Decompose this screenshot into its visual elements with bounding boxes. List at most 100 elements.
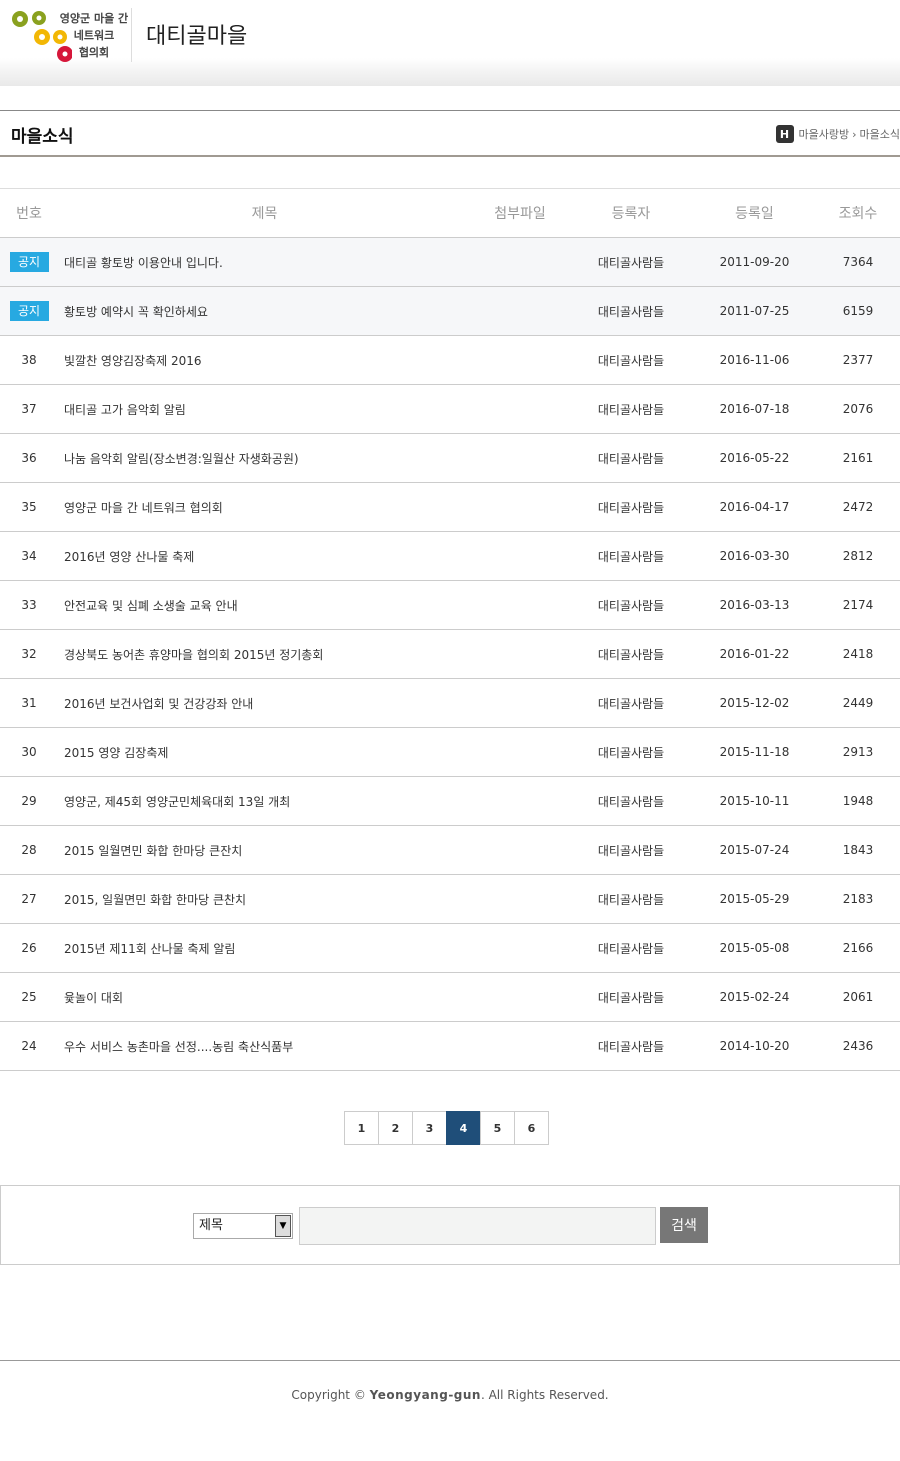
post-subject-link[interactable]: 나눔 음악회 알림(장소변경:일월산 자생화공원) (58, 433, 471, 483)
post-subject-link[interactable]: 2015 영양 김장축제 (58, 727, 471, 777)
post-subject-link[interactable]: 2016년 보건사업회 및 건강강좌 안내 (58, 678, 471, 728)
post-author: 대티골사람들 (569, 1021, 693, 1071)
post-subject-link[interactable]: 2015년 제11회 산나물 축제 알림 (58, 923, 471, 973)
post-author: 대티골사람들 (569, 482, 693, 532)
notice-badge-cell: 공지 (0, 237, 58, 287)
table-row[interactable]: 26 2015년 제11회 산나물 축제 알림 대티골사람들 2015-05-08 21… (0, 923, 900, 973)
post-attachment (471, 384, 569, 434)
logo-text: 영양군 마을 간 네트워크 협의회 (54, 10, 134, 61)
post-subject-link[interactable]: 영양군 마을 간 네트워크 협의회 (58, 482, 471, 532)
post-subject-link[interactable]: 경상북도 농어촌 휴양마을 협의회 2015년 정기총회 (58, 629, 471, 679)
post-attachment (471, 776, 569, 826)
post-views: 2812 (816, 531, 900, 581)
table-row[interactable]: 37 대티골 고가 음악회 알림 대티골사람들 2016-07-18 2076 (0, 384, 900, 434)
post-author: 대티골사람들 (569, 384, 693, 434)
post-subject-link[interactable]: 안전교육 및 심폐 소생술 교육 안내 (58, 580, 471, 630)
title-bar: 마을소식 H 마을사랑방 › 마을소식 (0, 110, 900, 157)
table-row[interactable]: 35 영양군 마을 간 네트워크 협의회 대티골사람들 2016-04-17 2472 (0, 482, 900, 532)
post-number: 33 (0, 580, 58, 630)
post-attachment (471, 433, 569, 483)
post-author: 대티골사람들 (569, 727, 693, 777)
home-icon[interactable]: H (775, 125, 794, 143)
table-row[interactable]: 25 윷놀이 대회 대티골사람들 2015-02-24 2061 (0, 972, 900, 1022)
post-number: 37 (0, 384, 58, 434)
search-button[interactable]: 검색 (660, 1207, 708, 1243)
post-views: 2076 (816, 384, 900, 434)
post-views: 2436 (816, 1021, 900, 1071)
search-field-select[interactable]: 제목 ▼ (193, 1213, 293, 1239)
breadcrumb-item-1[interactable]: 마을소식 (860, 126, 900, 142)
post-views: 2418 (816, 629, 900, 679)
chevron-right-icon: › (852, 127, 857, 141)
post-date: 2015-11-18 (693, 727, 816, 777)
page-button-4[interactable]: 4 (446, 1111, 481, 1145)
table-header-row: 번호 제목 첨부파일 등록자 등록일 조회수 (0, 188, 900, 238)
column-header-author: 등록자 (569, 188, 693, 238)
table-row[interactable]: 28 2015 일월면민 화합 한마당 큰잔치 대티골사람들 2015-07-24 18… (0, 825, 900, 875)
table-row[interactable]: 31 2016년 보건사업회 및 건강강좌 안내 대티골사람들 2015-12-02 2… (0, 678, 900, 728)
post-date: 2015-05-08 (693, 923, 816, 973)
post-number: 29 (0, 776, 58, 826)
site-title[interactable]: 대티골마을 (146, 18, 247, 50)
post-date: 2016-07-18 (693, 384, 816, 434)
post-author: 대티골사람들 (569, 580, 693, 630)
post-date: 2015-07-24 (693, 825, 816, 875)
post-attachment (471, 286, 569, 336)
post-subject-link[interactable]: 대티골 고가 음악회 알림 (58, 384, 471, 434)
page-button-6[interactable]: 6 (514, 1111, 549, 1145)
post-views: 2166 (816, 923, 900, 973)
post-number: 36 (0, 433, 58, 483)
table-row[interactable]: 38 빛깔찬 영양김장축제 2016 대티골사람들 2016-11-06 2377 (0, 335, 900, 385)
post-subject-link[interactable]: 영양군, 제45회 영양군민체육대회 13일 개최 (58, 776, 471, 826)
dropdown-arrow-icon[interactable]: ▼ (275, 1215, 291, 1237)
search-select-value: 제목 (199, 1218, 223, 1233)
table-row[interactable]: 36 나눔 음악회 알림(장소변경:일월산 자생화공원) 대티골사람들 2016-05… (0, 433, 900, 483)
post-subject-link[interactable]: 빛깔찬 영양김장축제 2016 (58, 335, 471, 385)
table-row[interactable]: 30 2015 영양 김장축제 대티골사람들 2015-11-18 2913 (0, 727, 900, 777)
logo[interactable]: 영양군 마을 간 네트워크 협의회 (10, 6, 130, 64)
post-subject-link[interactable]: 황토방 예약시 꼭 확인하세요 (58, 286, 471, 336)
post-views: 7364 (816, 237, 900, 287)
post-author: 대티골사람들 (569, 678, 693, 728)
table-row[interactable]: 27 2015, 일월면민 화합 한마당 큰찬치 대티골사람들 2015-05-29 2… (0, 874, 900, 924)
search-input[interactable] (299, 1207, 656, 1245)
table-row[interactable]: 29 영양군, 제45회 영양군민체육대회 13일 개최 대티골사람들 2015-10… (0, 776, 900, 826)
post-author: 대티골사람들 (569, 923, 693, 973)
page-button-2[interactable]: 2 (378, 1111, 413, 1145)
logo-line3: 협의회 (78, 46, 110, 59)
post-date: 2015-10-11 (693, 776, 816, 826)
post-attachment (471, 580, 569, 630)
post-date: 2015-12-02 (693, 678, 816, 728)
post-subject-link[interactable]: 윷놀이 대회 (58, 972, 471, 1022)
post-subject-link[interactable]: 2016년 영양 산나물 축제 (58, 531, 471, 581)
post-author: 대티골사람들 (569, 237, 693, 287)
post-author: 대티골사람들 (569, 874, 693, 924)
page-button-1[interactable]: 1 (344, 1111, 379, 1145)
post-number: 31 (0, 678, 58, 728)
page-button-3[interactable]: 3 (412, 1111, 447, 1145)
breadcrumb-item-0[interactable]: 마을사랑방 (799, 126, 850, 142)
table-row[interactable]: 34 2016년 영양 산나물 축제 대티골사람들 2016-03-30 2812 (0, 531, 900, 581)
table-row[interactable]: 32 경상북도 농어촌 휴양마을 협의회 2015년 정기총회 대티골사람들 2016… (0, 629, 900, 679)
post-subject-link[interactable]: 2015, 일월면민 화합 한마당 큰찬치 (58, 874, 471, 924)
post-attachment (471, 531, 569, 581)
post-subject-link[interactable]: 2015 일월면민 화합 한마당 큰잔치 (58, 825, 471, 875)
post-views: 1948 (816, 776, 900, 826)
post-subject-link[interactable]: 대티골 황토방 이용안내 입니다. (58, 237, 471, 287)
notice-row[interactable]: 공지 황토방 예약시 꼭 확인하세요 대티골사람들 2011-07-25 6159 (0, 286, 900, 336)
table-row[interactable]: 24 우수 서비스 농촌마을 선정....농림 축산식품부 대티골사람들 2014-1… (0, 1021, 900, 1071)
post-author: 대티골사람들 (569, 286, 693, 336)
copyright-suffix: . All Rights Reserved. (480, 1388, 609, 1402)
search-box: 제목 ▼ 검색 (0, 1185, 900, 1265)
post-subject-link[interactable]: 우수 서비스 농촌마을 선정....농림 축산식품부 (58, 1021, 471, 1071)
post-date: 2016-03-13 (693, 580, 816, 630)
post-attachment (471, 825, 569, 875)
post-attachment (471, 874, 569, 924)
notice-row[interactable]: 공지 대티골 황토방 이용안내 입니다. 대티골사람들 2011-09-20 7364 (0, 237, 900, 287)
table-row[interactable]: 33 안전교육 및 심폐 소생술 교육 안내 대티골사람들 2016-03-13 217… (0, 580, 900, 630)
column-header-subject: 제목 (58, 188, 471, 238)
post-views: 2174 (816, 580, 900, 630)
post-date: 2016-05-22 (693, 433, 816, 483)
post-views: 2061 (816, 972, 900, 1022)
page-button-5[interactable]: 5 (480, 1111, 515, 1145)
